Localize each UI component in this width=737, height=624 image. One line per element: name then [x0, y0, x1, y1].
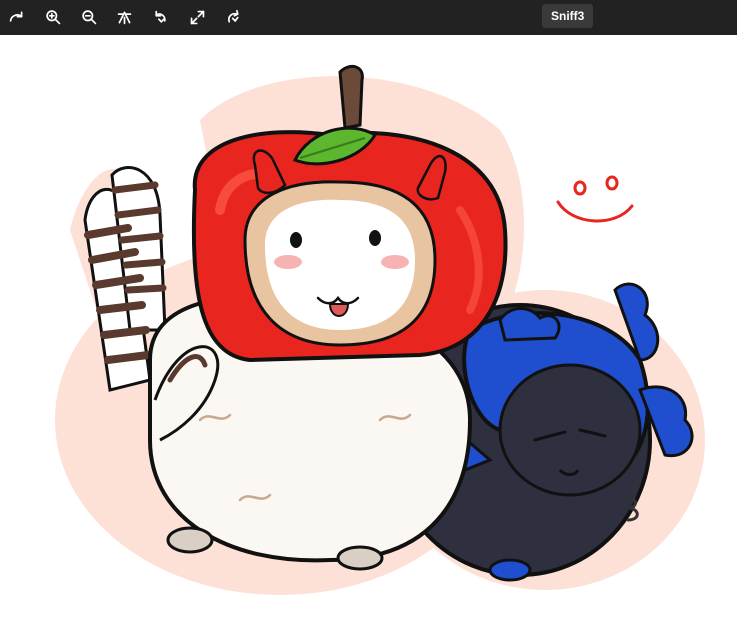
zoom-in-button[interactable] — [40, 4, 66, 30]
expand-icon — [190, 10, 204, 24]
image-title-badge: Sniff3 — [542, 4, 594, 28]
smiley-doodle — [556, 175, 634, 223]
flip-icon — [117, 11, 131, 24]
rotate-right-icon — [9, 11, 22, 22]
viewer-toolbar: Sniff3 — [0, 0, 737, 35]
artwork-illustration — [55, 64, 705, 595]
rotate-left-button[interactable] — [147, 4, 173, 30]
zoom-out-icon — [81, 9, 96, 24]
zoom-out-button[interactable] — [76, 4, 102, 30]
rotate-button[interactable] — [3, 4, 29, 30]
image-canvas[interactable] — [0, 35, 737, 624]
zoom-in-icon — [45, 9, 60, 24]
flip-button[interactable] — [111, 4, 137, 30]
image-viewer: Sniff3 — [0, 0, 737, 624]
reset-icon — [227, 9, 239, 23]
reset-button[interactable] — [220, 4, 246, 30]
rotate-left-icon — [154, 10, 166, 23]
fullscreen-button[interactable] — [184, 4, 210, 30]
